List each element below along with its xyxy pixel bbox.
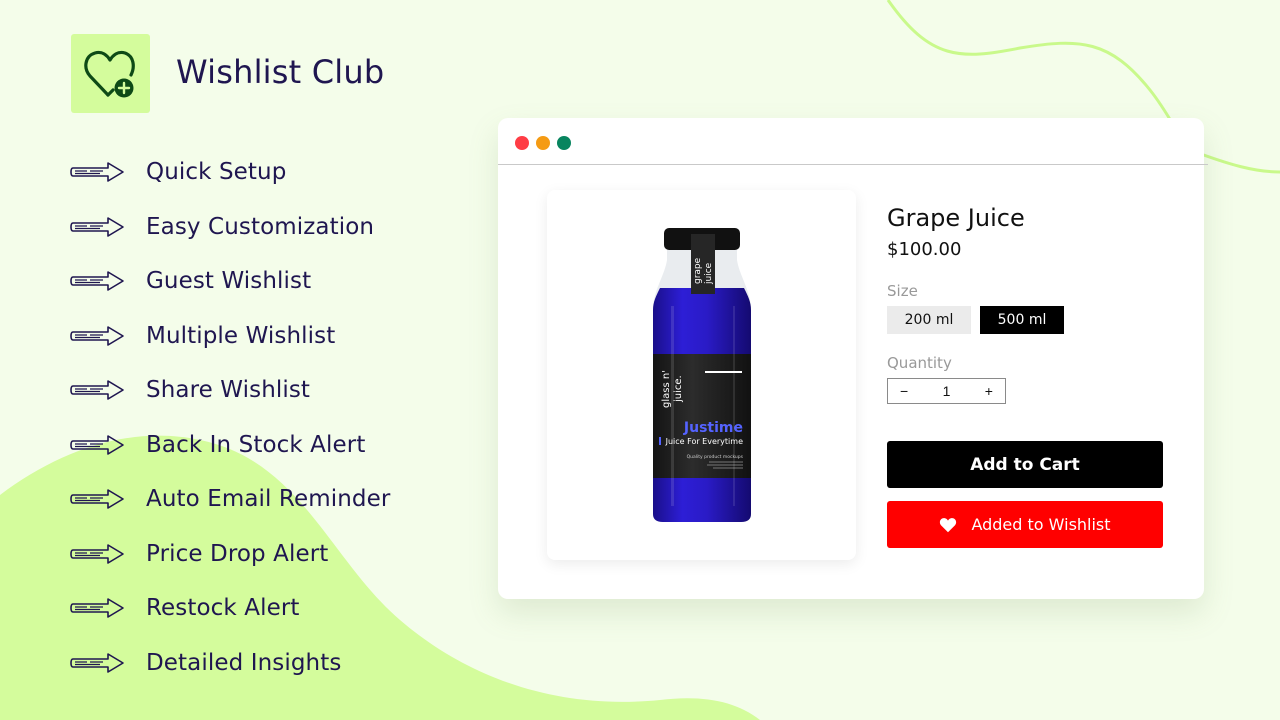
feature-label: Easy Customization	[146, 213, 375, 240]
window-close-button[interactable]	[515, 136, 529, 150]
arrow-right-icon	[70, 598, 124, 619]
cap-label-line1: grape	[693, 257, 703, 284]
feature-item: Multiple Wishlist	[70, 309, 390, 364]
feature-item: Share Wishlist	[70, 363, 390, 418]
quantity-label: Quantity	[887, 354, 952, 372]
cap-label-line2: juice	[704, 262, 714, 285]
feature-label: Multiple Wishlist	[146, 322, 336, 349]
brand-title: Wishlist Club	[176, 53, 385, 91]
side-label-line2: juice.	[673, 375, 684, 403]
product-price: $100.00	[887, 239, 962, 260]
arrow-right-icon	[70, 434, 124, 455]
arrow-right-icon	[70, 380, 124, 401]
browser-title-bar	[498, 118, 1208, 165]
feature-label: Quick Setup	[146, 159, 287, 186]
product-title: Grape Juice	[887, 204, 1025, 232]
product-image: grape juice glass n' juice. Justime Juic…	[547, 190, 856, 560]
feature-item: Quick Setup	[70, 145, 390, 200]
feature-label: Guest Wishlist	[146, 268, 312, 295]
heart-plus-icon	[83, 50, 135, 97]
heart-filled-icon	[940, 517, 957, 532]
feature-label: Restock Alert	[146, 595, 300, 622]
quantity-stepper: − 1 +	[887, 378, 1006, 404]
juice-bottle-image: grape juice glass n' juice. Justime Juic…	[653, 228, 751, 522]
window-minimize-button[interactable]	[536, 136, 550, 150]
feature-label: Share Wishlist	[146, 377, 311, 404]
side-label-line1: glass n'	[661, 370, 672, 408]
feature-label: Price Drop Alert	[146, 540, 329, 567]
bottle-fine-print: Quality product mockups	[687, 454, 744, 460]
arrow-right-icon	[70, 489, 124, 510]
wishlist-button[interactable]: Added to Wishlist	[887, 501, 1163, 548]
size-option-200ml[interactable]: 200 ml	[887, 306, 971, 334]
feature-item: Easy Customization	[70, 200, 390, 255]
window-maximize-button[interactable]	[557, 136, 571, 150]
product-details: Grape Juice $100.00 Size 200 ml 500 ml Q…	[887, 204, 1163, 548]
bottle-tagline: Juice For Everytime	[665, 437, 743, 446]
feature-item: Price Drop Alert	[70, 527, 390, 582]
arrow-right-icon	[70, 652, 124, 673]
add-to-cart-label: Add to Cart	[970, 454, 1080, 475]
wishlist-label: Added to Wishlist	[971, 515, 1111, 534]
browser-window: grape juice glass n' juice. Justime Juic…	[498, 118, 1208, 599]
feature-list: Quick Setup Easy Customization Guest Wis…	[70, 145, 390, 690]
feature-label: Back In Stock Alert	[146, 431, 366, 458]
feature-item: Restock Alert	[70, 581, 390, 636]
arrow-right-icon	[70, 325, 124, 346]
feature-item: Back In Stock Alert	[70, 418, 390, 473]
feature-label: Auto Email Reminder	[146, 486, 391, 513]
size-label: Size	[887, 282, 918, 300]
arrow-right-icon	[70, 162, 124, 183]
feature-label: Detailed Insights	[146, 649, 342, 676]
arrow-right-icon	[70, 216, 124, 237]
feature-item: Detailed Insights	[70, 636, 390, 691]
brand-logo	[71, 34, 150, 113]
size-options: 200 ml 500 ml	[887, 306, 1163, 334]
quantity-increment-button[interactable]: +	[985, 383, 993, 399]
size-option-500ml[interactable]: 500 ml	[980, 306, 1064, 334]
add-to-cart-button[interactable]: Add to Cart	[887, 441, 1163, 488]
quantity-value[interactable]: 1	[943, 383, 951, 399]
feature-item: Guest Wishlist	[70, 254, 390, 309]
arrow-right-icon	[70, 543, 124, 564]
arrow-right-icon	[70, 271, 124, 292]
quantity-decrement-button[interactable]: −	[900, 383, 908, 399]
feature-item: Auto Email Reminder	[70, 472, 390, 527]
